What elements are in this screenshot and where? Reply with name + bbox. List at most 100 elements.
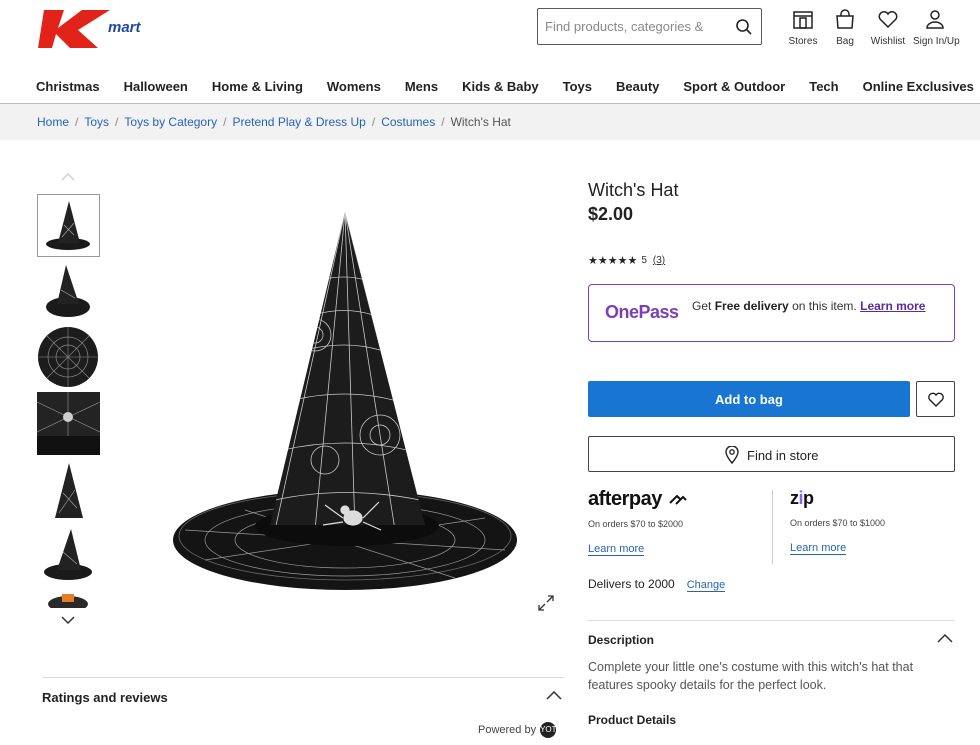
breadcrumb-separator: / [371,115,376,129]
yotpo-badge: YOT [540,722,557,738]
nav-toys[interactable]: Toys [563,79,592,94]
zip-terms: On orders $70 to $1000 [790,518,886,528]
zip-logo-z: z [790,488,799,508]
nav-online-exclusives[interactable]: Online Exclusives [863,79,974,94]
stores-link[interactable]: Stores [781,8,825,47]
breadcrumb-separator: / [115,115,119,129]
breadcrumb: Home / Toys / Toys by Category / Pretend… [0,104,980,140]
product-price: $2.00 [588,204,634,224]
review-count-link[interactable]: (3) [653,255,665,266]
stores-label: Stores [788,36,818,47]
nav-womens[interactable]: Womens [327,79,381,94]
delivery-info: Delivers to 2000 Change [588,577,726,592]
breadcrumb-toys-by-category[interactable]: Toys by Category [124,115,217,129]
expand-icon[interactable] [537,594,555,612]
nav-tech[interactable]: Tech [809,79,838,94]
zip-logo-p: p [803,488,814,508]
breadcrumb-pretend-play[interactable]: Pretend Play & Dress Up [232,115,365,129]
change-postcode-link[interactable]: Change [686,579,726,592]
delivery-text: Delivers to 2000 [588,577,675,591]
breadcrumb-separator: / [75,115,79,129]
product-title: Witch's Hat [588,180,679,200]
find-in-store-label: Find in store [747,447,819,463]
onepass-message: Get Free delivery on this item. Learn mo… [692,299,942,313]
product-details-heading[interactable]: Product Details [588,713,676,727]
chevron-up-icon[interactable] [61,172,75,182]
thumbnail-4[interactable] [37,392,100,455]
nav-halloween[interactable]: Halloween [124,79,188,94]
afterpay-terms: On orders $70 to $2000 [588,519,684,529]
thumbnail-2[interactable] [37,260,100,323]
witch-hat-side-thumbnail [37,260,100,323]
nav-home-living[interactable]: Home & Living [212,79,303,94]
star-rating-icon: ★★★★★ [588,255,638,267]
afterpay-arrows-icon [669,494,687,505]
payment-divider [772,490,773,564]
nav-beauty[interactable]: Beauty [616,79,659,94]
bag-link[interactable]: Bag [823,8,867,47]
location-pin-icon [725,446,739,464]
bag-label: Bag [836,36,854,47]
zip-learn-more-link[interactable]: Learn more [790,542,847,555]
afterpay-block: afterpay On orders $70 to $2000 Learn mo… [588,488,768,557]
nav-kids-baby[interactable]: Kids & Baby [462,79,539,94]
web-detail-thumbnail [37,326,100,389]
thumbnail-6[interactable] [37,524,100,587]
breadcrumb-separator: / [223,115,227,129]
heart-icon [928,392,944,407]
afterpay-logo: afterpay [588,488,768,511]
thumbnail-7[interactable] [37,590,100,608]
wishlist-label: Wishlist [870,36,906,47]
kmart-logo[interactable]: mart [38,8,168,50]
logo-wordmark: mart [108,19,142,36]
powered-by: Powered by YOT [478,722,557,738]
find-in-store-button[interactable]: Find in store [588,436,955,472]
search-box[interactable] [537,8,762,45]
powered-by-label: Powered by [478,723,537,736]
ratings-reviews-section[interactable]: Ratings and reviews [42,677,564,717]
main-nav: Christmas Halloween Home & Living Womens… [0,66,980,104]
description-heading: Description [588,633,655,647]
product-image[interactable] [165,200,525,600]
onepass-suffix: on this item. [788,299,861,313]
sign-in-label: Sign In/Up [913,36,960,47]
hat-front-thumbnail [37,458,100,521]
wishlist-button[interactable] [916,381,955,417]
breadcrumb-toys[interactable]: Toys [84,115,109,129]
witch-hat-thumbnail [38,195,99,256]
breadcrumb-home[interactable]: Home [37,115,69,129]
ratings-heading: Ratings and reviews [42,690,168,705]
breadcrumb-current: Witch's Hat [450,115,511,129]
afterpay-learn-more-link[interactable]: Learn more [588,543,645,556]
user-icon [926,10,944,29]
product-rating[interactable]: ★★★★★ 5 (3) [588,254,665,267]
breadcrumb-costumes[interactable]: Costumes [381,115,435,129]
chevron-up-icon[interactable] [937,633,953,643]
spider-detail-thumbnail [37,392,100,455]
hat-angle-thumbnail [37,524,100,587]
add-to-bag-button[interactable]: Add to bag [588,381,910,417]
description-body: Complete your little one's costume with … [588,660,914,692]
nav-mens[interactable]: Mens [405,79,438,94]
sign-in-link[interactable]: Sign In/Up [913,8,960,47]
search-input[interactable] [538,9,728,44]
description-section[interactable]: Description Complete your little one's c… [588,620,955,692]
thumbnail-5[interactable] [37,458,100,521]
zip-block: zip On orders $70 to $1000 Learn more [790,488,950,556]
onepass-prefix: Get [692,299,715,313]
packaged-hat-thumbnail [37,590,100,608]
chevron-down-icon[interactable] [60,614,76,626]
search-icon[interactable] [735,18,753,36]
onepass-learn-more-link[interactable]: Learn more [860,299,925,313]
bag-icon [836,9,854,29]
nav-christmas[interactable]: Christmas [36,79,100,94]
chevron-up-icon[interactable] [546,690,562,700]
store-icon [793,11,813,29]
thumbnail-3[interactable] [37,326,100,389]
thumbnail-1[interactable] [37,194,100,257]
nav-sport-outdoor[interactable]: Sport & Outdoor [683,79,785,94]
heart-icon [878,11,898,29]
wishlist-link[interactable]: Wishlist [866,8,910,47]
rating-value: 5 [641,255,647,266]
onepass-banner: OnePass Get Free delivery on this item. … [588,284,955,342]
